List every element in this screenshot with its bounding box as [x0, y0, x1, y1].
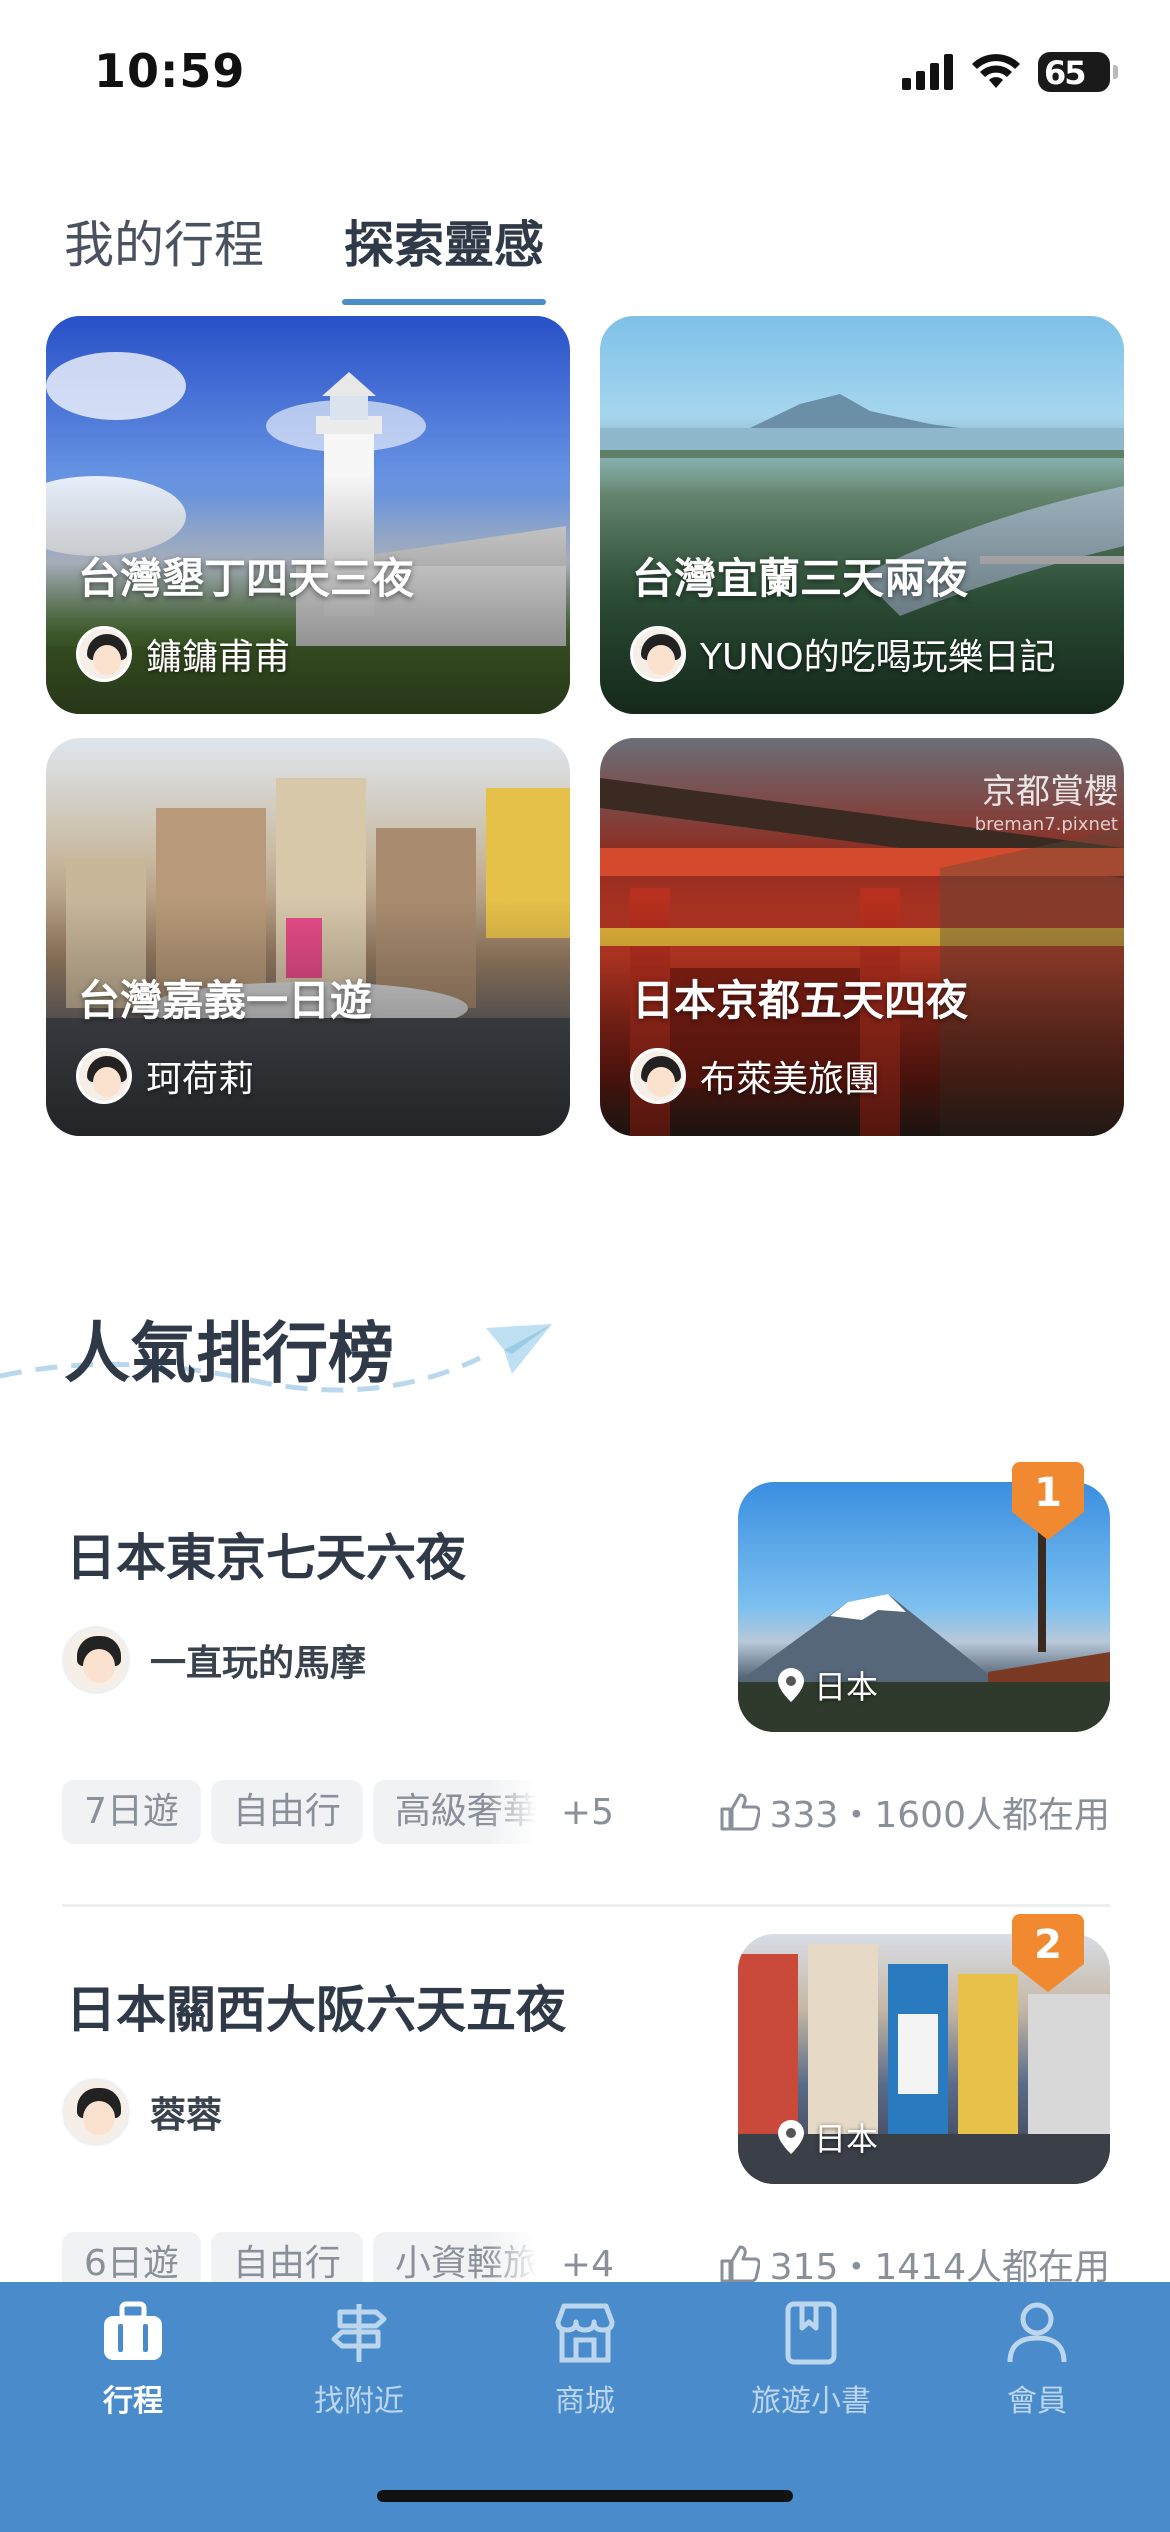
- location-pin-icon: [778, 2120, 804, 2154]
- rank-badge: 1: [1012, 1462, 1084, 1540]
- book-icon: [785, 2301, 837, 2365]
- nav-item-travel-book[interactable]: 旅遊小書: [711, 2300, 911, 2420]
- entry-title: 日本關西大阪六天五夜: [66, 1981, 566, 2039]
- signpost-icon: [331, 2304, 387, 2362]
- avatar: [630, 1048, 686, 1104]
- location-pin-icon: [778, 1668, 804, 1702]
- card-author: 珂荷莉: [76, 1048, 254, 1104]
- entry-location: 日本: [778, 1662, 878, 1708]
- entry-author-name: 一直玩的馬摩: [150, 1643, 367, 1684]
- card-author-name: 鏞鏞甫甫: [146, 637, 291, 678]
- avatar: [76, 1048, 132, 1104]
- entry-stats-text: 333・1600人都在用: [769, 1795, 1110, 1836]
- card-watermark-sub: breman7.pixnet: [974, 814, 1118, 835]
- entry-location: 日本: [778, 2114, 878, 2160]
- entry-tags: 7日遊 自由行 高級奢華 +5: [62, 1780, 614, 1844]
- tab-explore[interactable]: 探索靈感: [342, 205, 546, 305]
- status-icons: 65: [902, 52, 1118, 92]
- suitcase-icon: [104, 2301, 162, 2360]
- rank-number: 2: [1034, 1922, 1062, 1968]
- inspiration-card[interactable]: 台灣宜蘭三天兩夜 YUNO的吃喝玩樂日記: [600, 316, 1124, 714]
- card-watermark: 京都賞櫻: [982, 772, 1118, 812]
- person-icon: [1007, 2302, 1067, 2363]
- ranking-entry[interactable]: 日本關西大阪六天五夜 蓉蓉 日本 2 6日遊 自由行 小資輕旅 +4 315・1…: [62, 1914, 1110, 2296]
- nav-item-store[interactable]: 商城: [485, 2300, 685, 2420]
- card-title: 台灣墾丁四天三夜: [78, 554, 415, 603]
- nav-item-member[interactable]: 會員: [937, 2300, 1137, 2420]
- card-author-name: 布萊美旅團: [700, 1059, 881, 1100]
- avatar: [630, 626, 686, 682]
- store-icon: [555, 2303, 615, 2363]
- card-title: 台灣嘉義一日遊: [78, 976, 373, 1025]
- ranking-heading: 人氣排行榜: [64, 1315, 394, 1392]
- card-title: 台灣宜蘭三天兩夜: [632, 554, 969, 603]
- inspiration-card[interactable]: 京都賞櫻 breman7.pixnet 日本京都五天四夜 布萊美旅團: [600, 738, 1124, 1136]
- entry-author: 蓉蓉: [62, 2078, 222, 2146]
- more-tags-count[interactable]: +4: [561, 2244, 614, 2285]
- inspiration-card[interactable]: 台灣墾丁四天三夜 鏞鏞甫甫: [46, 316, 570, 714]
- entry-title: 日本東京七天六夜: [66, 1529, 466, 1587]
- battery-icon: 65: [1038, 52, 1118, 92]
- nav-item-nearby[interactable]: 找附近: [259, 2300, 459, 2420]
- status-time: 10:59: [94, 44, 246, 98]
- nav-label: 商城: [555, 2384, 615, 2419]
- nav-label: 會員: [1007, 2384, 1067, 2419]
- entry-location-label: 日本: [814, 2120, 879, 2158]
- nav-item-trips[interactable]: 行程: [33, 2300, 233, 2420]
- more-tags-count[interactable]: +5: [561, 1792, 614, 1833]
- nav-label: 旅遊小書: [751, 2384, 871, 2419]
- divider: [62, 1904, 1110, 1907]
- card-author: 布萊美旅團: [630, 1048, 880, 1104]
- signal-icon: [902, 54, 953, 90]
- status-bar: 10:59 65: [0, 0, 1170, 150]
- nav-label: 找附近: [314, 2384, 404, 2419]
- tag[interactable]: 高級奢華: [372, 1780, 537, 1844]
- rank-badge: 2: [1012, 1914, 1084, 1992]
- thumbs-up-icon[interactable]: [720, 1793, 760, 1831]
- nav-label: 行程: [103, 2384, 163, 2419]
- entry-stats: 333・1600人都在用: [720, 1780, 1110, 1844]
- rank-number: 1: [1034, 1470, 1062, 1516]
- card-author-name: YUNO的吃喝玩樂日記: [700, 637, 1056, 678]
- thumbs-up-icon[interactable]: [720, 2245, 760, 2283]
- wifi-icon: [972, 54, 1020, 88]
- avatar: [62, 1626, 130, 1694]
- ranking-entry[interactable]: 日本東京七天六夜 一直玩的馬摩 日本 1 7日遊 自由行 高級奢華 +5 333…: [62, 1462, 1110, 1844]
- inspiration-grid: 台灣墾丁四天三夜 鏞鏞甫甫 台灣宜蘭三天兩夜 YUNO的吃喝玩樂日記 台灣嘉義一…: [46, 316, 1124, 1136]
- avatar: [76, 626, 132, 682]
- top-tabs: 我的行程 探索靈感: [64, 205, 546, 305]
- entry-author-name: 蓉蓉: [150, 2095, 223, 2136]
- battery-level: 65: [1044, 54, 1087, 92]
- avatar: [62, 2078, 130, 2146]
- card-author: YUNO的吃喝玩樂日記: [630, 626, 1056, 682]
- card-author-name: 珂荷莉: [146, 1059, 255, 1100]
- home-indicator: [377, 2490, 793, 2502]
- tab-my-trips[interactable]: 我的行程: [64, 205, 264, 305]
- card-author: 鏞鏞甫甫: [76, 626, 290, 682]
- inspiration-card[interactable]: 台灣嘉義一日遊 珂荷莉: [46, 738, 570, 1136]
- tag[interactable]: 自由行: [210, 1780, 363, 1844]
- card-title: 日本京都五天四夜: [632, 976, 969, 1025]
- entry-author: 一直玩的馬摩: [62, 1626, 366, 1694]
- entry-location-label: 日本: [814, 1668, 879, 1706]
- tag[interactable]: 7日遊: [62, 1780, 201, 1844]
